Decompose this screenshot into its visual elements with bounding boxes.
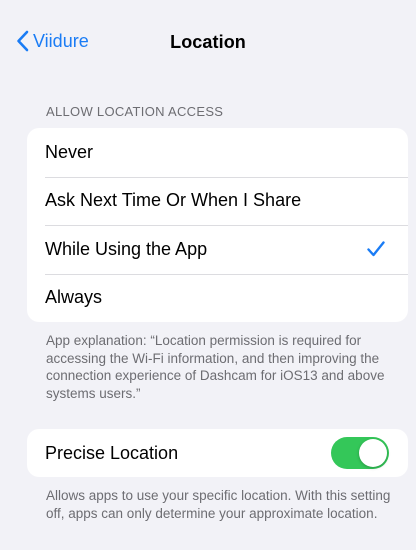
option-ask-next-time[interactable]: Ask Next Time Or When I Share	[27, 176, 408, 226]
app-explanation-text: App explanation: “Location permission is…	[46, 333, 385, 401]
checkmark-icon	[367, 241, 385, 257]
option-always[interactable]: Always	[27, 273, 408, 323]
option-label: Ask Next Time Or When I Share	[45, 190, 302, 211]
page-title: Location	[170, 32, 246, 52]
option-while-using-app[interactable]: While Using the App	[27, 225, 408, 274]
option-never[interactable]: Never	[27, 128, 408, 177]
precise-location-label: Precise Location	[45, 442, 179, 463]
precise-location-description: Allows apps to use your specific locatio…	[46, 488, 391, 521]
option-label: While Using the App	[45, 238, 208, 259]
location-access-options: Never Ask Next Time Or When I Share Whil…	[27, 128, 408, 322]
section-header-location-access: ALLOW LOCATION ACCESS	[46, 104, 224, 119]
navigation-bar: Viidure Location	[0, 0, 416, 86]
option-label: Always	[45, 287, 103, 308]
option-label: Never	[45, 141, 94, 162]
precise-location-row: Precise Location	[27, 429, 408, 477]
toggle-knob	[359, 439, 387, 467]
precise-location-group: Precise Location	[27, 429, 408, 477]
precise-location-toggle[interactable]	[331, 437, 389, 469]
